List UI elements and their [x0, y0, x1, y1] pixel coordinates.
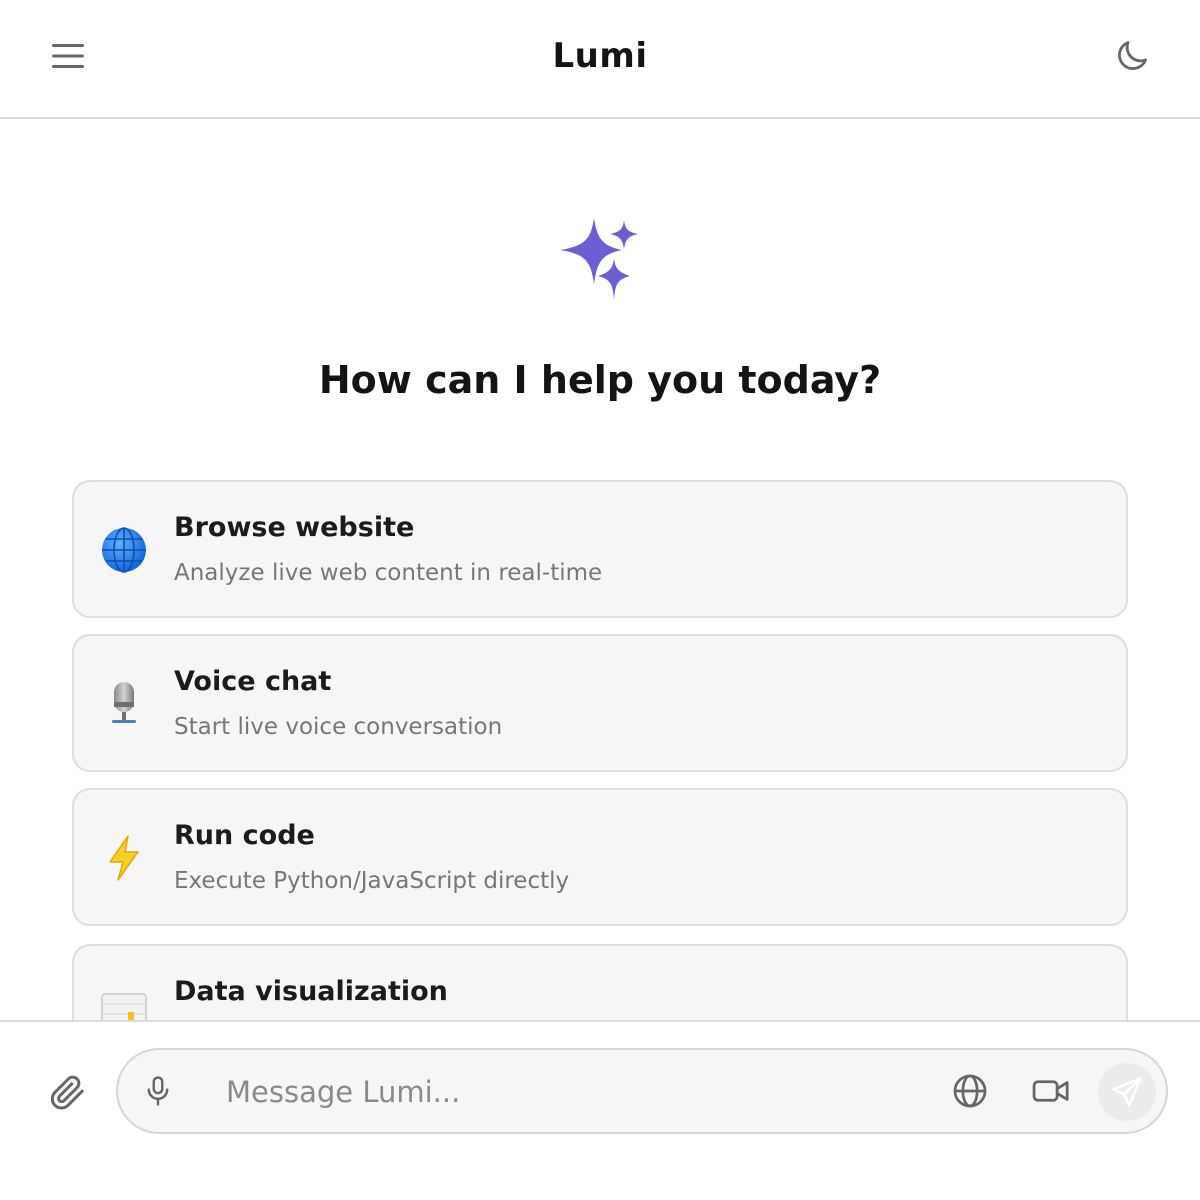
suggestion-card-browse-website[interactable]: Browse website Analyze live web content … — [72, 480, 1128, 618]
globe-icon — [100, 526, 148, 574]
microphone-icon — [100, 680, 148, 728]
globe-icon — [953, 1074, 987, 1108]
suggestion-list: Browse website Analyze live web content … — [0, 0, 1200, 1020]
send-icon — [1112, 1077, 1142, 1107]
app-window: Lumi How can I help you today? Browse we… — [0, 0, 1200, 1200]
microphone-icon — [147, 1076, 169, 1106]
card-title: Run code — [174, 820, 315, 851]
card-title: Browse website — [174, 512, 415, 543]
video-camera-icon — [1032, 1080, 1069, 1102]
message-box — [116, 1048, 1168, 1134]
bar-chart-icon — [100, 990, 148, 1020]
card-description: Analyze live web content in real-time — [174, 560, 603, 586]
suggestion-card-data-visualization[interactable]: Data visualization — [72, 944, 1128, 1020]
card-description: Start live voice conversation — [174, 714, 503, 740]
send-button[interactable] — [1098, 1063, 1156, 1121]
suggestion-card-run-code[interactable]: Run code Execute Python/JavaScript direc… — [72, 788, 1128, 926]
composer-bar — [0, 1020, 1200, 1200]
suggestion-card-voice-chat[interactable]: Voice chat Start live voice conversation — [72, 634, 1128, 772]
web-search-button[interactable] — [948, 1069, 992, 1113]
card-title: Voice chat — [174, 666, 332, 697]
card-title: Data visualization — [174, 976, 448, 1007]
message-input[interactable] — [226, 1068, 926, 1116]
lightning-icon — [100, 834, 148, 882]
voice-input-button[interactable] — [136, 1069, 180, 1113]
video-button[interactable] — [1028, 1069, 1074, 1113]
card-description: Execute Python/JavaScript directly — [174, 868, 570, 894]
attach-button[interactable] — [44, 1068, 92, 1116]
paperclip-icon — [50, 1075, 84, 1110]
